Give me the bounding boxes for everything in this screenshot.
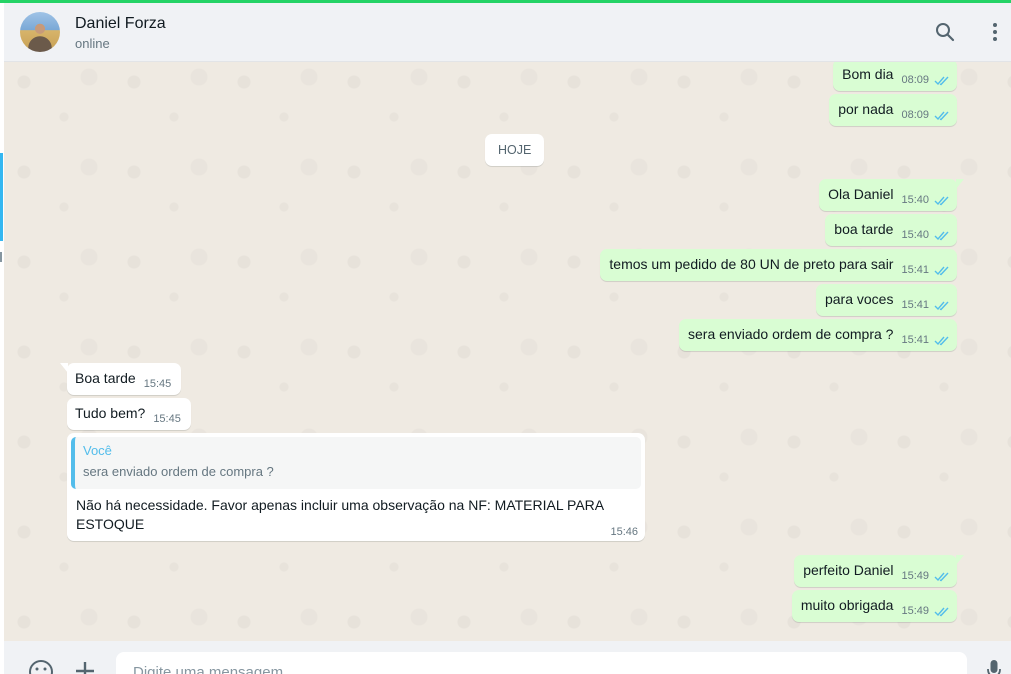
double-check-icon bbox=[934, 231, 949, 241]
message-text: Bom dia bbox=[842, 66, 894, 82]
message-time: 15:41 bbox=[901, 299, 929, 311]
message-bubble-out[interactable]: boa tarde 15:40 bbox=[825, 214, 957, 246]
message-text: temos um pedido de 80 UN de preto para s… bbox=[609, 256, 894, 272]
message-time: 15:40 bbox=[901, 194, 929, 206]
chat-area[interactable]: Bom dia 08:09 por nada 08:09 HOJE Ola Dani… bbox=[4, 62, 1011, 641]
message-bubble-out[interactable]: muito obrigada 15:49 bbox=[791, 590, 957, 622]
message-bubble-in[interactable]: Boa tarde 15:45 bbox=[60, 363, 182, 395]
message-time: 15:46 bbox=[610, 526, 638, 538]
message-time: 15:41 bbox=[901, 334, 929, 346]
message-bubble-in[interactable]: Tudo bem? 15:45 bbox=[67, 398, 191, 430]
double-check-icon bbox=[934, 266, 949, 276]
compose-bar bbox=[4, 641, 1011, 674]
message-bubble-out[interactable]: temos um pedido de 80 UN de preto para s… bbox=[600, 249, 957, 281]
double-check-icon bbox=[934, 301, 949, 311]
emoji-button[interactable] bbox=[28, 659, 54, 674]
message-bubble-out[interactable]: por nada 08:09 bbox=[829, 94, 957, 126]
reply-message-bubble[interactable]: Você sera enviado ordem de compra ? Não … bbox=[67, 433, 645, 541]
left-edge-tick bbox=[0, 252, 2, 262]
date-divider: HOJE bbox=[485, 134, 545, 166]
avatar[interactable] bbox=[20, 12, 60, 52]
message-bubble-out[interactable]: para voces 15:41 bbox=[815, 284, 957, 316]
bubble-tail bbox=[956, 179, 964, 189]
voice-message-button[interactable] bbox=[981, 659, 1007, 674]
menu-icon bbox=[993, 23, 997, 41]
bubble-tail bbox=[956, 555, 964, 565]
double-check-icon bbox=[934, 572, 949, 582]
message-text: Boa tarde bbox=[75, 370, 136, 386]
message-input[interactable] bbox=[116, 652, 967, 674]
attach-button[interactable] bbox=[72, 659, 98, 674]
message-text: para voces bbox=[824, 291, 894, 307]
double-check-icon bbox=[934, 607, 949, 617]
message-text: sera enviado ordem de compra ? bbox=[688, 326, 894, 342]
message-text: por nada bbox=[838, 101, 894, 117]
message-text: Tudo bem? bbox=[75, 405, 146, 421]
double-check-icon bbox=[934, 111, 949, 121]
message-time: 08:09 bbox=[901, 74, 929, 86]
message-time: 15:40 bbox=[901, 229, 929, 241]
message-time: 15:49 bbox=[901, 570, 929, 582]
message-bubble-out[interactable]: sera enviado ordem de compra ? 15:41 bbox=[679, 319, 957, 351]
message-time: 08:09 bbox=[901, 109, 929, 121]
search-button[interactable] bbox=[933, 20, 957, 44]
attach-icon bbox=[76, 662, 94, 674]
quoted-message[interactable]: Você sera enviado ordem de compra ? bbox=[71, 437, 641, 489]
left-accent-bar bbox=[0, 153, 3, 241]
chat-header: Daniel Forza online bbox=[4, 3, 1011, 62]
contact-name[interactable]: Daniel Forza bbox=[75, 15, 166, 33]
message-time: 15:45 bbox=[143, 378, 172, 390]
emoji-icon bbox=[29, 660, 53, 674]
message-text: boa tarde bbox=[834, 221, 894, 237]
search-icon bbox=[936, 23, 955, 42]
message-text: Não há necessidade. Favor apenas incluir… bbox=[76, 497, 604, 532]
quote-author: Você bbox=[83, 443, 112, 458]
double-check-icon bbox=[934, 76, 949, 86]
mic-icon bbox=[987, 660, 1001, 674]
double-check-icon bbox=[934, 196, 949, 206]
message-bubble-out[interactable]: Ola Daniel 15:40 bbox=[819, 179, 964, 211]
menu-button[interactable] bbox=[983, 20, 1007, 44]
message-text: Ola Daniel bbox=[828, 186, 894, 202]
message-time: 15:41 bbox=[901, 264, 929, 276]
message-text: perfeito Daniel bbox=[803, 562, 894, 578]
double-check-icon bbox=[934, 336, 949, 346]
message-bubble-out[interactable]: perfeito Daniel 15:49 bbox=[794, 555, 964, 587]
quote-text: sera enviado ordem de compra ? bbox=[83, 464, 274, 479]
message-text: muito obrigada bbox=[800, 597, 894, 613]
message-bubble-out[interactable]: Bom dia 08:09 bbox=[833, 62, 957, 91]
message-time: 15:45 bbox=[153, 413, 181, 425]
contact-status: online bbox=[75, 36, 110, 51]
bubble-tail bbox=[60, 363, 68, 373]
message-time: 15:49 bbox=[901, 605, 929, 617]
